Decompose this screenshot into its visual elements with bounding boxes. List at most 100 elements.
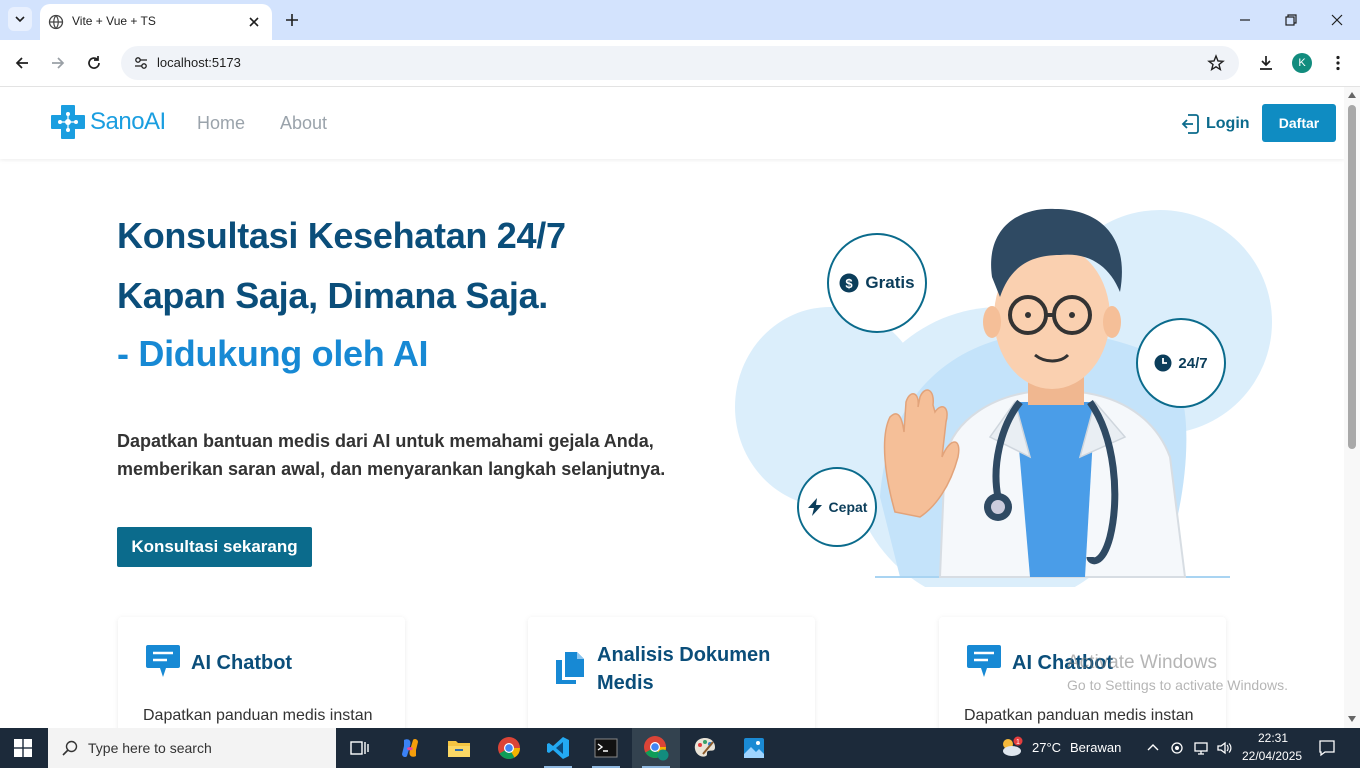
tab-title: Vite + Vue + TS (72, 14, 156, 28)
hero-description: Dapatkan bantuan medis dari AI untuk mem… (117, 427, 677, 483)
taskbar-app-chrome[interactable] (485, 728, 533, 768)
vscode-icon (547, 737, 569, 759)
badge-free: $ Gratis (827, 233, 927, 333)
forward-arrow-icon[interactable] (49, 54, 67, 72)
chevron-up-icon[interactable] (1145, 740, 1161, 756)
feature-title: Analisis Dokumen Medis (597, 641, 770, 697)
minimize-icon[interactable] (1237, 12, 1253, 28)
terminal-icon (594, 738, 618, 758)
scroll-down-arrow-icon[interactable] (1348, 716, 1356, 722)
page-viewport: SanoAI Home About Login Daftar Konsultas… (0, 87, 1344, 728)
address-bar[interactable]: localhost:5173 (121, 46, 1239, 80)
close-icon[interactable] (246, 14, 262, 30)
taskbar-app-file-explorer[interactable] (435, 728, 483, 768)
chat-icon (967, 645, 1001, 677)
volume-icon[interactable] (1216, 740, 1232, 756)
register-button[interactable]: Daftar (1262, 104, 1336, 142)
restore-icon[interactable] (1283, 12, 1299, 28)
kebab-menu-icon[interactable] (1329, 54, 1347, 72)
clock-date[interactable]: 22/04/2025 (1242, 749, 1302, 763)
windows-start-icon[interactable] (14, 739, 32, 757)
activate-windows-subtitle: Go to Settings to activate Windows. (1067, 677, 1288, 693)
browser-tabstrip: Vite + Vue + TS (0, 0, 1360, 40)
task-view-button[interactable] (336, 728, 384, 768)
site-logo[interactable]: SanoAI (50, 104, 166, 140)
download-icon[interactable] (1257, 54, 1275, 72)
network-icon[interactable] (1193, 740, 1209, 756)
profile-avatar[interactable]: K (1292, 53, 1312, 73)
bookmark-star-icon[interactable] (1207, 54, 1225, 72)
site-header: SanoAI Home About Login Daftar (0, 87, 1344, 159)
hero-desc-line2: memberikan saran awal, dan menyarankan l… (117, 459, 666, 479)
scroll-up-arrow-icon[interactable] (1348, 92, 1356, 98)
notification-icon[interactable] (1318, 739, 1336, 757)
nav-home-link[interactable]: Home (197, 113, 245, 134)
svg-text:$: $ (846, 276, 854, 291)
windows-taskbar: Type here to search 1 27°C Berawan 22:31… (0, 728, 1360, 768)
photos-icon (744, 738, 764, 758)
chrome-icon (498, 737, 520, 759)
feature-title-line2: Medis (597, 672, 654, 694)
feature-description: Dapatkan panduan medis instan (964, 707, 1194, 724)
taskbar-app-photos[interactable] (730, 728, 778, 768)
globe-icon (48, 14, 64, 30)
taskbar-app-chrome-profile[interactable] (632, 728, 680, 768)
hero-desc-line1: Dapatkan bantuan medis dari AI untuk mem… (117, 431, 654, 451)
badge-free-label: Gratis (865, 273, 915, 292)
folder-icon (448, 741, 470, 757)
taskbar-search[interactable]: Type here to search (48, 728, 336, 768)
taskbar-app-vscode[interactable] (534, 728, 582, 768)
hero-title-line1: Konsultasi Kesehatan 24/7 (117, 215, 566, 256)
page-scrollbar[interactable] (1344, 87, 1360, 728)
medical-cross-logo-icon (51, 105, 85, 139)
task-view-icon (350, 741, 369, 755)
login-icon (1181, 114, 1199, 134)
meet-now-icon[interactable] (1169, 740, 1185, 756)
url-text[interactable]: localhost:5173 (157, 55, 241, 70)
search-icon (62, 740, 78, 756)
browser-toolbar: localhost:5173 K (0, 40, 1360, 87)
login-label: Login (1206, 115, 1250, 132)
feature-card-document-analysis[interactable]: Analisis Dokumen Medis (528, 617, 815, 728)
taskbar-app-terminal[interactable] (582, 728, 630, 768)
weather-cloudy-icon[interactable]: 1 (999, 736, 1023, 758)
new-tab-icon[interactable] (283, 11, 301, 29)
documents-icon (556, 652, 584, 684)
consult-now-button[interactable]: Konsultasi sekarang (117, 527, 312, 567)
weather-temp[interactable]: 27°C (1032, 740, 1061, 755)
reload-icon[interactable] (85, 54, 103, 72)
dollar-icon: $ (839, 273, 859, 293)
site-info-icon[interactable] (133, 55, 149, 71)
nav-about-link[interactable]: About (280, 113, 327, 134)
lightning-icon (807, 498, 822, 516)
hero-title-line3: - Didukung oleh AI (117, 333, 429, 374)
copilot-icon (402, 738, 418, 758)
scroll-thumb[interactable] (1348, 105, 1356, 449)
weather-text[interactable]: Berawan (1070, 740, 1121, 755)
taskbar-app-paint[interactable] (681, 728, 729, 768)
activate-windows-title: Activate Windows (1067, 652, 1217, 673)
feature-title-line1: Analisis Dokumen (597, 644, 771, 666)
tab-search-button[interactable] (8, 7, 32, 31)
close-window-icon[interactable] (1329, 12, 1345, 28)
feature-title: AI Chatbot (191, 652, 293, 674)
badge-always: 24/7 (1136, 318, 1226, 408)
clock-time[interactable]: 22:31 (1258, 731, 1288, 745)
browser-tab[interactable]: Vite + Vue + TS (40, 4, 272, 40)
logo-text: SanoAI (90, 108, 166, 135)
chrome-profile-icon (644, 736, 669, 761)
badge-fast-label: Cepat (828, 499, 868, 515)
badge-fast: Cepat (797, 467, 877, 547)
chevron-down-icon (15, 16, 25, 23)
weather-alert-count: 1 (1016, 739, 1020, 746)
back-arrow-icon[interactable] (13, 54, 31, 72)
feature-card-chatbot[interactable]: AI Chatbot Dapatkan panduan medis instan (118, 617, 405, 728)
paint-palette-icon (694, 738, 715, 757)
search-placeholder: Type here to search (88, 740, 212, 756)
feature-description: Dapatkan panduan medis instan (143, 707, 373, 724)
taskbar-app-copilot[interactable] (386, 728, 434, 768)
hero-title-line2: Kapan Saja, Dimana Saja. (117, 275, 548, 316)
chat-icon (146, 645, 180, 677)
login-button[interactable]: Login (1180, 111, 1250, 137)
badge-always-label: 24/7 (1178, 354, 1208, 372)
